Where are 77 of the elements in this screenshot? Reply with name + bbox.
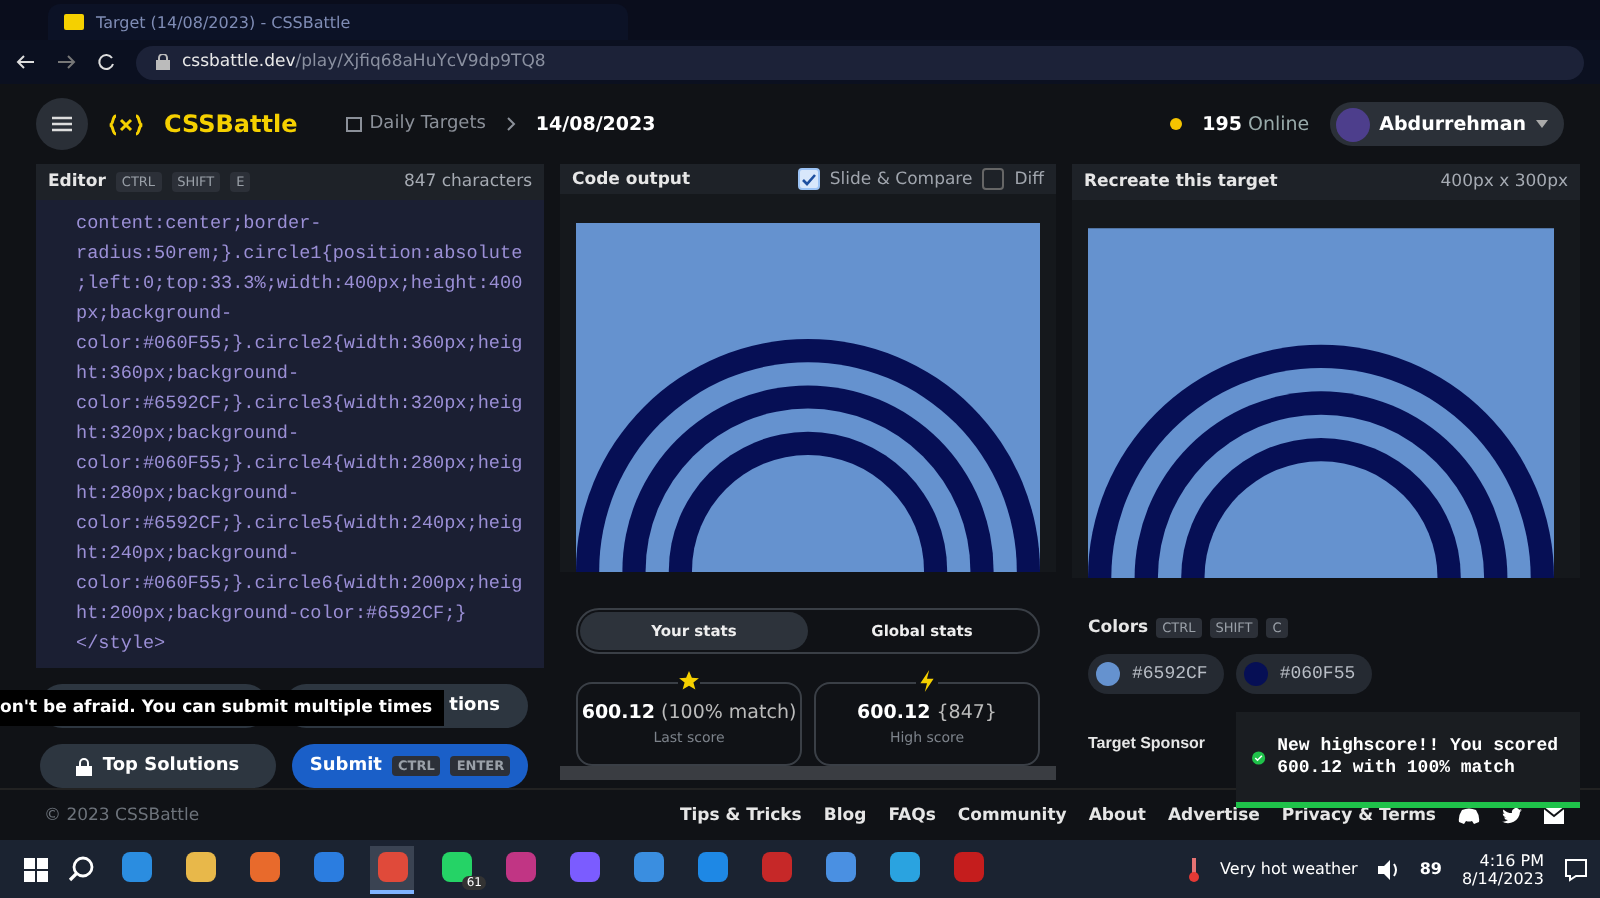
bird-icon[interactable] xyxy=(1502,807,1522,823)
chevron-icon xyxy=(505,116,516,132)
site-logo[interactable]: CSSBattle xyxy=(164,110,298,138)
color-swatch[interactable]: #6592CF xyxy=(1088,654,1224,694)
lock-icon xyxy=(156,54,170,70)
clock[interactable]: 4:16 PM 8/14/2023 xyxy=(1461,851,1544,887)
check-circle-icon xyxy=(1252,745,1266,769)
target-title: Recreate this target xyxy=(1084,172,1278,192)
footer-link[interactable]: Blog xyxy=(823,805,867,825)
code-line: radius:50rem;}.circle1{position:absolute xyxy=(76,239,524,268)
sponsor-title: Target Sponsor xyxy=(1088,734,1206,752)
color-swatch[interactable]: #060F55 xyxy=(1235,654,1372,694)
forward-icon[interactable] xyxy=(56,52,76,72)
code-line: content:center;border- xyxy=(76,209,324,238)
address-bar[interactable]: cssbattle.dev/play/Xjfiq68aHuYcV9dp9TQ8 xyxy=(136,45,1584,79)
online-dot xyxy=(1170,118,1183,130)
code-line: </style> xyxy=(76,629,168,658)
character-count: 847 characters xyxy=(403,171,532,192)
speaker-icon[interactable] xyxy=(1377,859,1400,879)
option-label: Diff xyxy=(1014,169,1044,190)
browser-tab[interactable]: Target (14/08/2023) - CSSBattle xyxy=(48,4,628,40)
footer-link[interactable]: Community xyxy=(957,805,1067,825)
back-icon[interactable] xyxy=(16,52,36,72)
top-solutions-button[interactable]: Top Solutions xyxy=(40,744,276,788)
search-icon[interactable] xyxy=(68,856,94,882)
star-icon xyxy=(678,670,700,693)
tab-title: Target (14/08/2023) - CSSBattle xyxy=(96,13,351,31)
online-count: 195 Online xyxy=(1202,113,1310,135)
code-line: color:#060F55;}.circle6{width:200px;heig xyxy=(76,569,524,598)
code-line: ht:280px;background- xyxy=(76,479,302,508)
reload-icon[interactable] xyxy=(96,52,116,72)
calendar-icon xyxy=(345,116,362,132)
code-line: ht:240px;background- xyxy=(76,539,302,568)
highscore-toast: New highscore!! You scored 600.12 with 100% match xyxy=(1236,712,1580,808)
discord-icon[interactable] xyxy=(1458,807,1480,823)
code-editor[interactable] xyxy=(36,199,544,668)
horizontal-scrollbar[interactable] xyxy=(560,766,1056,780)
tooltip: on't be afraid. You can submit multiple times xyxy=(0,690,445,726)
menu-button[interactable] xyxy=(36,98,88,150)
checkbox[interactable] xyxy=(797,168,820,191)
lock-icon xyxy=(76,757,93,775)
site-favicon xyxy=(64,14,84,30)
target-size: 400px x 300px xyxy=(1440,172,1568,192)
notification-icon[interactable] xyxy=(1564,857,1588,881)
code-line: ht:200px;background-color:#6592CF;} xyxy=(76,599,469,628)
menu-icon xyxy=(52,116,72,132)
option-label: Slide & Compare xyxy=(829,169,973,190)
colors-title: Colors xyxy=(1088,618,1149,638)
code-line: color:#6592CF;}.circle3{width:320px;heig xyxy=(76,389,524,418)
editor-title: Editor xyxy=(48,171,106,192)
copyright-text: © 2023 CSSBattle xyxy=(44,805,200,825)
code-line: color:#060F55;}.circle4{width:280px;heig xyxy=(76,449,524,478)
code-line: color:#060F55;}.circle2{width:360px;heig xyxy=(76,329,524,358)
windows-start-icon[interactable] xyxy=(24,857,48,881)
footer-link[interactable]: Tips & Tricks xyxy=(679,805,802,825)
score-value: 600.12 {847} xyxy=(857,702,997,725)
user-menu[interactable]: Abdurrehman xyxy=(1329,102,1564,146)
code-line: ;left:0;top:33.3%;width:400px;height:400 xyxy=(76,269,524,298)
taskbar-app[interactable] xyxy=(370,845,414,893)
battery-level: 89 xyxy=(1419,860,1442,878)
logo-icon xyxy=(108,113,144,135)
footer-link[interactable]: Privacy & Terms xyxy=(1281,805,1436,825)
code-line: color:#6592CF;}.circle5{width:240px;heig xyxy=(76,509,524,538)
checkbox[interactable] xyxy=(982,168,1005,191)
daily-targets-link[interactable]: Daily Targets xyxy=(345,114,486,134)
weather-text[interactable]: Very hot weather xyxy=(1220,860,1358,878)
code-line: ht:320px;background- xyxy=(76,419,302,448)
score-value: 600.12 (100% match) xyxy=(581,702,797,725)
footer-link[interactable]: About xyxy=(1088,805,1146,825)
footer-link[interactable]: Advertise xyxy=(1167,805,1260,825)
target-date: 14/08/2023 xyxy=(535,113,656,135)
thermometer-icon xyxy=(1188,857,1201,881)
code-output-title: Code output xyxy=(572,169,691,190)
footer-link[interactable]: FAQs xyxy=(888,805,936,825)
caret-icon xyxy=(1536,120,1548,128)
code-line: px;background- xyxy=(76,299,235,328)
code-line: ht:360px;background- xyxy=(76,359,302,388)
